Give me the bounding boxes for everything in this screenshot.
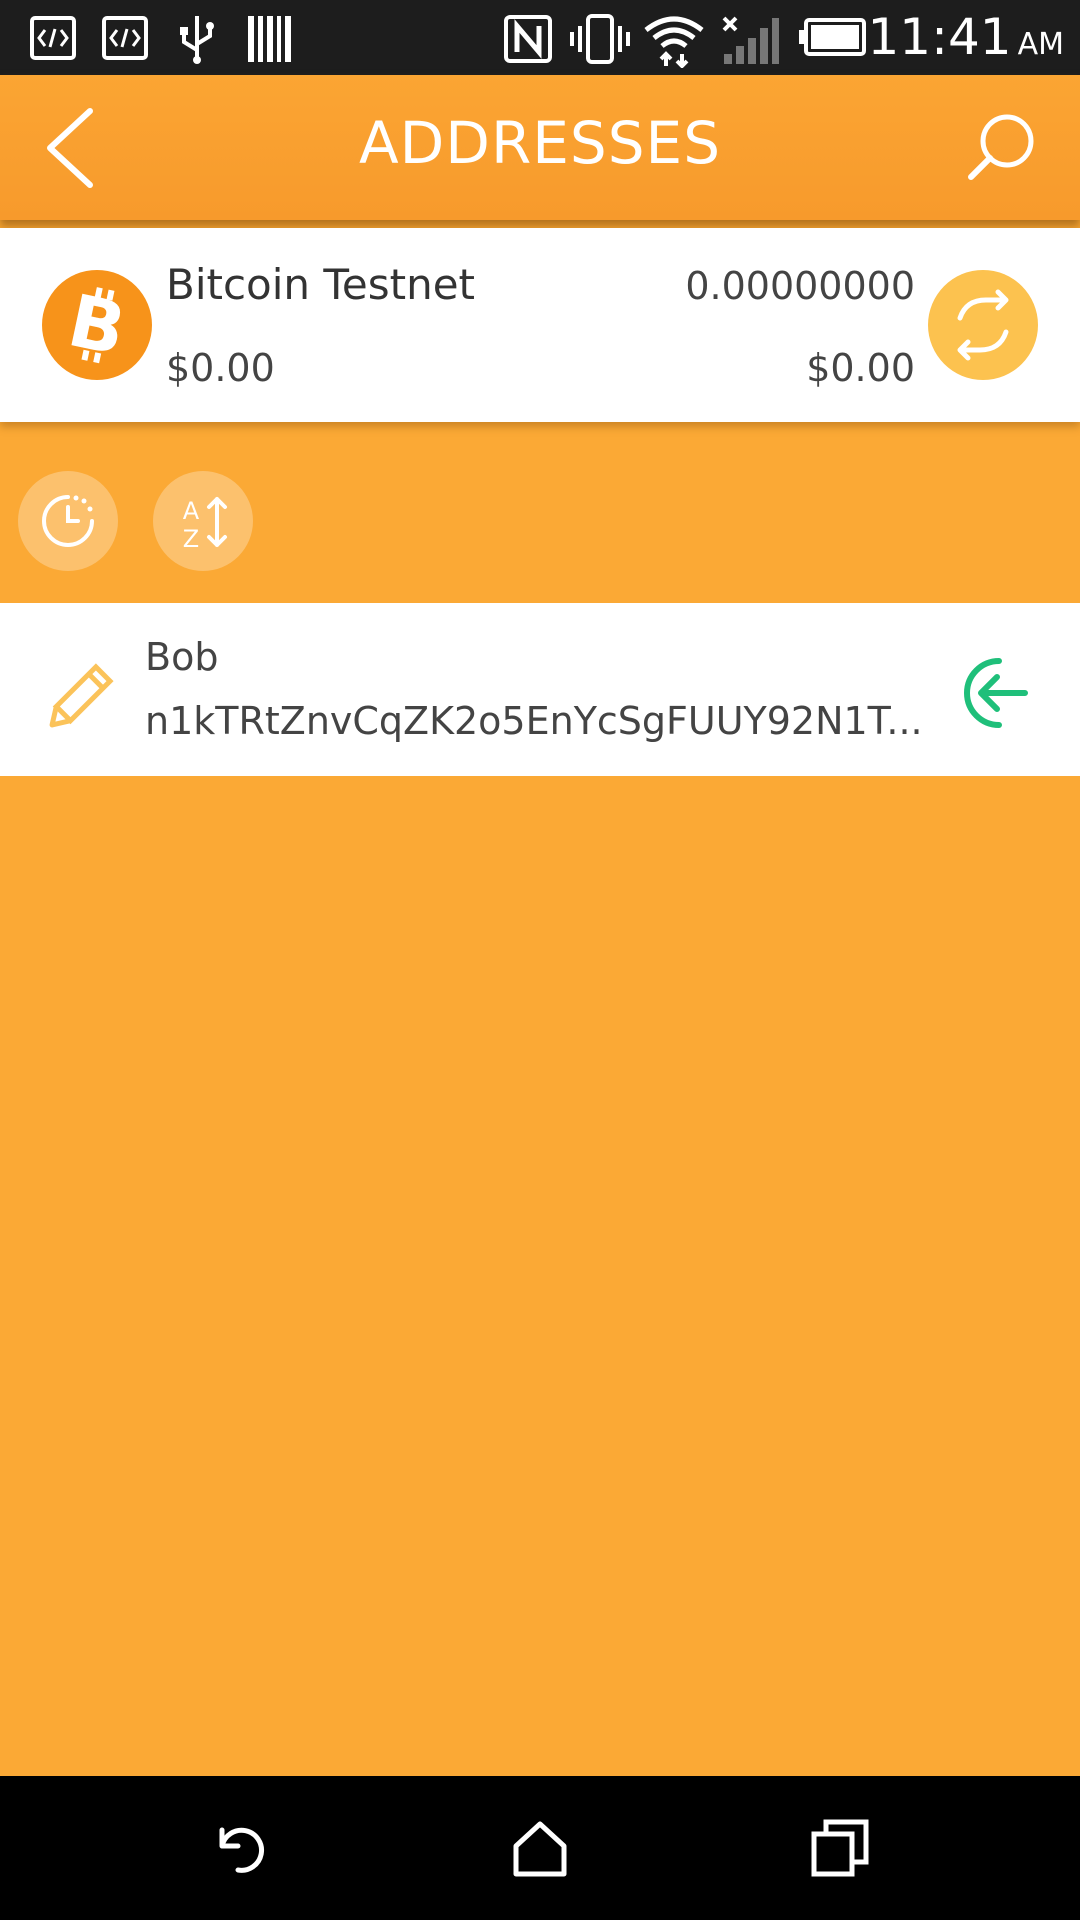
search-icon[interactable] bbox=[965, 111, 1037, 183]
address-value: n1kTRtZnvCqZK2o5EnYcSgFUUY92N1T... bbox=[145, 699, 923, 743]
receive-arrow-icon[interactable] bbox=[955, 655, 1031, 731]
bitcoin-icon: B bbox=[42, 270, 152, 380]
recents-icon[interactable] bbox=[808, 1816, 872, 1880]
wifi-icon bbox=[644, 16, 704, 68]
wallet-summary-card[interactable]: B Bitcoin Testnet $0.00 0.00000000 $0.00 bbox=[0, 228, 1080, 422]
status-time: 11:41 AM bbox=[867, 8, 1065, 66]
wallet-name: Bitcoin Testnet bbox=[166, 260, 476, 309]
wallet-fiat-value: $0.00 bbox=[166, 346, 275, 390]
code-icon bbox=[30, 16, 76, 60]
clock-icon bbox=[42, 495, 94, 547]
sort-az-icon: A Z bbox=[183, 497, 227, 553]
system-nav-bar bbox=[0, 1776, 1080, 1920]
sort-by-time-button[interactable] bbox=[18, 471, 118, 571]
address-label: Bob bbox=[145, 635, 219, 679]
exchange-icon bbox=[957, 289, 1009, 361]
svg-text:A: A bbox=[183, 497, 200, 525]
status-bar: 11:41 AM bbox=[0, 0, 1080, 75]
battery-icon bbox=[799, 18, 866, 56]
page-title: ADDRESSES bbox=[358, 109, 722, 177]
nfc-icon bbox=[504, 15, 552, 63]
vibrate-icon bbox=[570, 14, 630, 64]
usb-icon bbox=[180, 16, 214, 64]
back-icon[interactable] bbox=[208, 1816, 272, 1880]
wallet-balance: 0.00000000 bbox=[685, 264, 915, 308]
exchange-button[interactable] bbox=[928, 270, 1038, 380]
sort-alphabetical-button[interactable]: A Z bbox=[153, 471, 253, 571]
svg-text:Z: Z bbox=[183, 525, 199, 553]
app-bar: ADDRESSES bbox=[0, 75, 1080, 220]
signal-icon bbox=[722, 16, 779, 64]
home-icon[interactable] bbox=[508, 1816, 572, 1880]
wallet-balance-fiat: $0.00 bbox=[806, 346, 915, 390]
barcode-icon bbox=[248, 16, 291, 62]
code-icon bbox=[102, 16, 148, 60]
address-list-item[interactable]: Bob n1kTRtZnvCqZK2o5EnYcSgFUUY92N1T... bbox=[0, 603, 1080, 776]
pencil-icon[interactable] bbox=[44, 649, 128, 733]
